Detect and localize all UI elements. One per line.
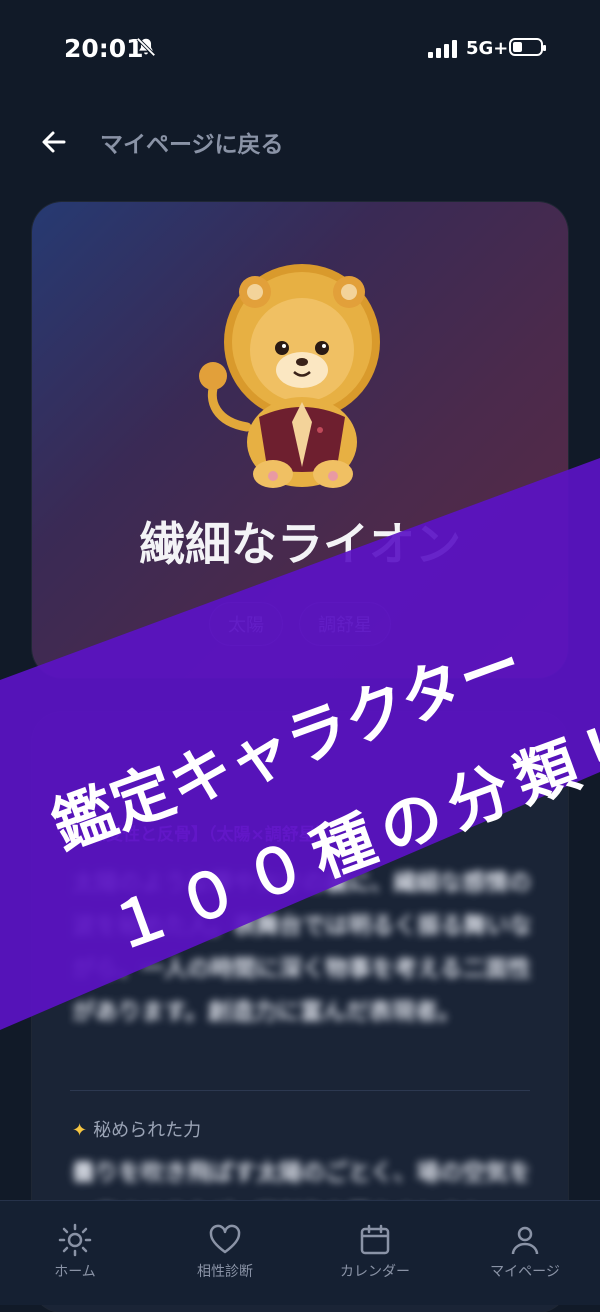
tag-chip: 調舒星 [299, 602, 391, 646]
status-bar: 20:01 5G+ [0, 0, 600, 100]
nav-home-label[interactable]: ホーム [54, 1261, 96, 1281]
nav-mypage[interactable]: マイページ [450, 1201, 600, 1305]
tag-chip: 太陽 [209, 602, 283, 646]
network-type: 5G+ [466, 38, 509, 59]
signal-icon [428, 40, 457, 58]
back-button[interactable]: マイページに戻る [40, 120, 284, 164]
heart-icon[interactable] [208, 1223, 242, 1257]
battery-icon [509, 38, 546, 56]
power-label-text: 秘められた力 [93, 1120, 202, 1141]
nav-compatibility[interactable]: 相性診断 [150, 1201, 300, 1305]
sparkle-icon: ✦ [72, 1120, 88, 1141]
bell-muted-icon [136, 37, 156, 57]
status-time: 20:01 [64, 34, 144, 63]
user-icon[interactable] [508, 1223, 542, 1257]
character-name: 繊細なライオン [139, 517, 461, 571]
nav-mypage-label[interactable]: マイページ [490, 1261, 560, 1281]
detail-subtitle: 【感受性と反骨】（太陽×調舒星） [72, 825, 333, 845]
nav-calendar-label[interactable]: カレンダー [340, 1261, 410, 1281]
arrow-left-icon[interactable] [40, 128, 68, 156]
sun-icon[interactable] [58, 1223, 92, 1257]
nav-compatibility-label[interactable]: 相性診断 [197, 1261, 253, 1281]
power-section-label: ✦ 秘められた力 [72, 1116, 201, 1142]
nav-home[interactable]: ホーム [0, 1201, 150, 1305]
tag-list: 太陽 調舒星 [32, 602, 568, 646]
lion-mascot [199, 264, 380, 488]
calendar-icon[interactable] [358, 1223, 392, 1257]
bottom-nav: ホーム 相性診断 カレンダー マイページ [0, 1200, 600, 1305]
divider [70, 1090, 530, 1091]
detail-body: 太陽のような華やかさの裏に、繊細な感情の波を秘めた人。表舞台では明るく振る舞いな… [72, 870, 532, 1025]
nav-calendar[interactable]: カレンダー [300, 1201, 450, 1305]
back-label[interactable]: マイページに戻る [100, 125, 284, 159]
character-card: 繊細なライオン 太陽 調舒星 [32, 202, 568, 678]
